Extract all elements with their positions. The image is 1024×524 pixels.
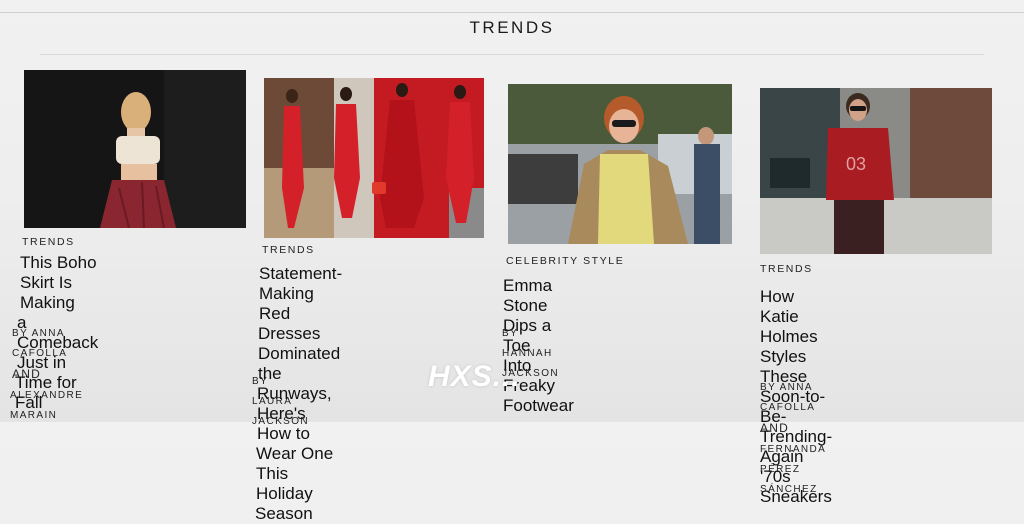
headline-line[interactable]: Wear One This Holiday <box>256 444 342 504</box>
article-image[interactable] <box>264 78 484 238</box>
author-prefix[interactable]: BY ANNA CAFOLLA <box>12 328 67 359</box>
author-prefix[interactable]: BY ANNA CAFOLLA <box>760 382 815 413</box>
article-category[interactable]: CELEBRITY STYLE <box>506 255 624 267</box>
article-image[interactable] <box>24 70 246 228</box>
author-name[interactable]: ALEXANDRE MARAIN <box>10 386 83 426</box>
article-byline: BY ANNA CAFOLLA AND FERNANDA PÉREZ SÁNCH… <box>760 378 826 500</box>
headline-line[interactable]: This Boho Skirt Is Making <box>20 253 98 313</box>
author-name[interactable]: BY LAURA JACKSON <box>252 372 309 432</box>
section-divider <box>40 54 984 55</box>
article-image[interactable] <box>508 84 732 244</box>
svg-text:03: 03 <box>846 154 866 174</box>
article-category[interactable]: TRENDS <box>22 236 75 248</box>
article-category[interactable]: TRENDS <box>760 263 813 275</box>
byline-and: AND <box>760 421 789 435</box>
watermark-text: HXS... <box>428 360 521 393</box>
headline-line[interactable]: How Katie Holmes Styles <box>760 287 832 367</box>
article-image[interactable]: 03 <box>760 88 992 254</box>
top-divider <box>0 12 1024 13</box>
headline-line[interactable]: Season <box>255 504 342 524</box>
section-title: TRENDS <box>469 18 555 37</box>
byline-and: AND <box>12 367 41 381</box>
article-byline: BY LAURA JACKSON <box>252 372 309 432</box>
headline-line[interactable]: Statement-Making Red <box>259 264 342 324</box>
article-byline: BY ANNA CAFOLLA AND ALEXANDRE MARAIN <box>10 324 83 426</box>
author-name[interactable]: FERNANDA PÉREZ SÁNCHEZ <box>760 440 826 500</box>
article-category[interactable]: TRENDS <box>262 244 315 256</box>
